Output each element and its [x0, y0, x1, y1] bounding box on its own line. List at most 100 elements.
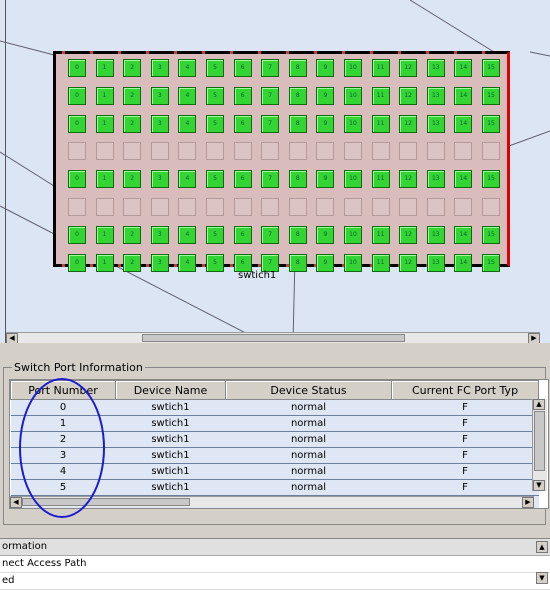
switch-port[interactable]: 12: [399, 225, 418, 244]
switch-port[interactable]: 15: [482, 86, 500, 105]
switch-port[interactable]: 2: [123, 114, 142, 133]
column-port-number[interactable]: Port Number: [10, 380, 116, 400]
switch-port[interactable]: 5: [206, 253, 224, 272]
scroll-down-icon[interactable]: ▼: [536, 572, 548, 584]
switch-port[interactable]: 3: [150, 170, 169, 189]
switch-port[interactable]: 0: [68, 225, 86, 244]
switch-port[interactable]: 9: [316, 59, 335, 77]
switch-port[interactable]: 15: [482, 170, 500, 189]
column-device-name[interactable]: Device Name: [115, 380, 226, 400]
switch-port[interactable]: 7: [261, 114, 280, 133]
switch-port[interactable]: 9: [316, 253, 335, 272]
info-row-ed[interactable]: ed: [0, 573, 550, 590]
switch-port[interactable]: 6: [233, 114, 252, 133]
switch-port[interactable]: 6: [233, 59, 252, 77]
switch-port[interactable]: 3: [150, 225, 169, 244]
switch-port[interactable]: 14: [454, 59, 473, 77]
switch-port[interactable]: 12: [399, 86, 418, 105]
switch-port[interactable]: 7: [261, 86, 280, 105]
table-row[interactable]: 5 swtich1 normal F: [10, 479, 539, 496]
switch-port[interactable]: 1: [95, 170, 114, 189]
switch-port[interactable]: 4: [178, 225, 197, 244]
switch-port[interactable]: 2: [123, 225, 142, 244]
switch-port[interactable]: 5: [206, 86, 224, 105]
switch-port[interactable]: 13: [426, 114, 445, 133]
switch-port[interactable]: 13: [426, 253, 445, 272]
switch-port[interactable]: 4: [178, 253, 197, 272]
switch-port[interactable]: 12: [399, 253, 418, 272]
switch-port[interactable]: 5: [206, 225, 224, 244]
switch-port[interactable]: 7: [261, 253, 280, 272]
switch-port[interactable]: 1: [95, 225, 114, 244]
switch-port[interactable]: 9: [316, 170, 335, 189]
switch-port[interactable]: 14: [454, 86, 473, 105]
table-row[interactable]: 4 swtich1 normal F: [10, 463, 539, 480]
switch-port[interactable]: 1: [95, 86, 114, 105]
switch-port[interactable]: 8: [288, 253, 307, 272]
switch-port[interactable]: 1: [95, 59, 114, 77]
switch-port[interactable]: 13: [426, 86, 445, 105]
switch-port[interactable]: 12: [399, 59, 418, 77]
switch-port[interactable]: 2: [123, 59, 142, 77]
switch-port[interactable]: 10: [344, 86, 362, 105]
switch-port[interactable]: 10: [344, 225, 362, 244]
column-device-status[interactable]: Device Status: [225, 380, 392, 400]
switch-port[interactable]: 1: [95, 253, 114, 272]
scroll-up-icon[interactable]: ▲: [533, 399, 545, 410]
switch-port[interactable]: 0: [68, 86, 86, 105]
table-row[interactable]: 1 swtich1 normal F: [10, 415, 539, 432]
switch-port[interactable]: 0: [68, 59, 86, 77]
switch-port[interactable]: 5: [206, 170, 224, 189]
topology-canvas[interactable]: 0 1 2 3 4 5 6 7 8 9 10 11 12 13 14 15 0 1 2 3 4 5 6 7 8 9 10 11 12 13…: [0, 0, 550, 343]
switch-port[interactable]: 5: [206, 59, 224, 77]
table-row[interactable]: 2 swtich1 normal F: [10, 431, 539, 448]
switch-port[interactable]: 14: [454, 114, 473, 133]
switch-port[interactable]: 11: [371, 114, 390, 133]
table-row[interactable]: 0 swtich1 normal F: [10, 399, 539, 416]
switch-port[interactable]: 10: [344, 59, 362, 77]
canvas-horizontal-scrollbar[interactable]: ◀ ▶: [6, 332, 540, 343]
switch-port[interactable]: 15: [482, 59, 500, 77]
switch-port[interactable]: 9: [316, 114, 335, 133]
switch-port[interactable]: 13: [426, 59, 445, 77]
switch-port[interactable]: 4: [178, 114, 197, 133]
switch-port[interactable]: 3: [150, 253, 169, 272]
switch-device[interactable]: 0 1 2 3 4 5 6 7 8 9 10 11 12 13 14 15 0 1 2 3 4 5 6 7 8 9 10 11 12 13…: [53, 51, 510, 272]
switch-port[interactable]: 11: [371, 253, 390, 272]
switch-port[interactable]: 5: [206, 114, 224, 133]
scroll-up-icon[interactable]: ▲: [536, 541, 548, 553]
table-vscroll-thumb[interactable]: [534, 411, 545, 471]
switch-port[interactable]: 11: [371, 225, 390, 244]
switch-port[interactable]: 3: [150, 59, 169, 77]
scroll-left-icon[interactable]: ◀: [10, 497, 22, 508]
scroll-right-icon[interactable]: ▶: [522, 497, 534, 508]
switch-port[interactable]: 15: [482, 225, 500, 244]
table-row[interactable]: 3 swtich1 normal F: [10, 447, 539, 464]
switch-port[interactable]: 10: [344, 114, 362, 133]
switch-port[interactable]: 3: [150, 86, 169, 105]
switch-port[interactable]: 15: [482, 114, 500, 133]
switch-port[interactable]: 13: [426, 170, 445, 189]
switch-port[interactable]: 4: [178, 86, 197, 105]
switch-port[interactable]: 8: [288, 59, 307, 77]
scroll-right-icon[interactable]: ▶: [528, 333, 540, 343]
switch-port[interactable]: 7: [261, 59, 280, 77]
table-horizontal-scrollbar[interactable]: ◀ ▶: [10, 496, 534, 508]
switch-port[interactable]: 6: [233, 225, 252, 244]
switch-port[interactable]: 8: [288, 114, 307, 133]
switch-port[interactable]: 11: [371, 170, 390, 189]
switch-port[interactable]: 7: [261, 170, 280, 189]
switch-port[interactable]: 9: [316, 225, 335, 244]
switch-port[interactable]: 6: [233, 86, 252, 105]
switch-port[interactable]: 14: [454, 170, 473, 189]
switch-port[interactable]: 4: [178, 59, 197, 77]
switch-port[interactable]: 0: [68, 170, 86, 189]
canvas-scroll-thumb[interactable]: [142, 334, 405, 342]
scroll-down-icon[interactable]: ▼: [533, 480, 545, 491]
switch-port[interactable]: 0: [68, 253, 86, 272]
switch-port[interactable]: 11: [371, 59, 390, 77]
switch-port[interactable]: 14: [454, 225, 473, 244]
switch-port[interactable]: 10: [344, 170, 362, 189]
switch-port[interactable]: 12: [399, 114, 418, 133]
switch-port[interactable]: 0: [68, 114, 86, 133]
